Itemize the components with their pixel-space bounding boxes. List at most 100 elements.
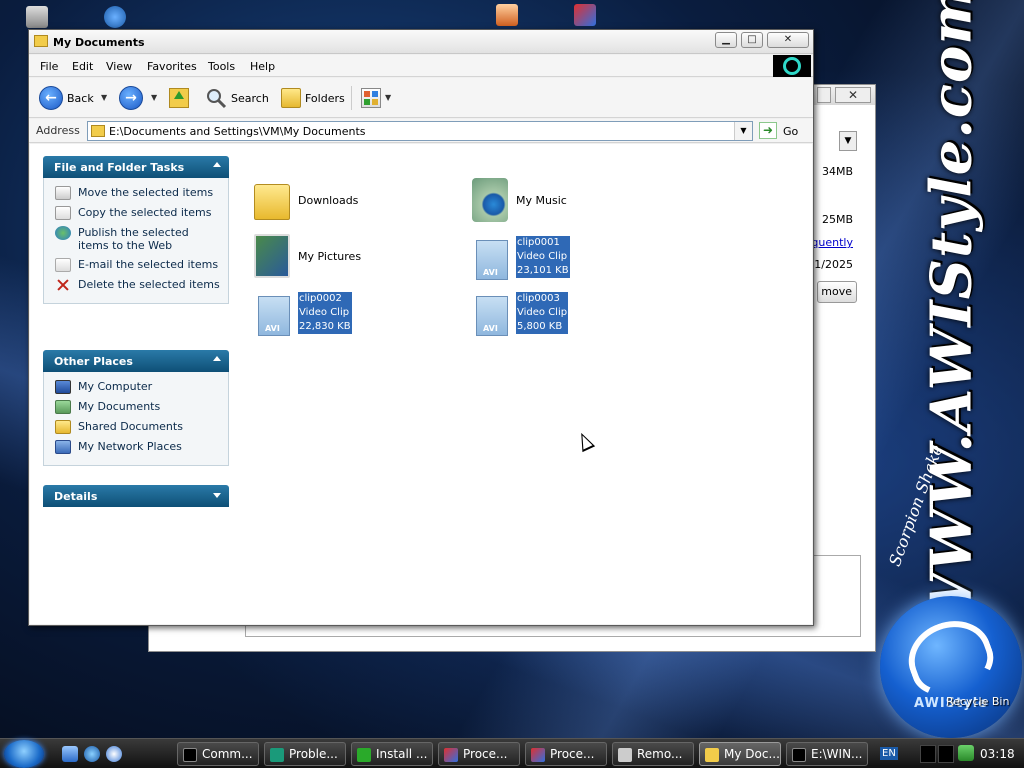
taskbar-button-process-1[interactable]: Proce... — [438, 742, 520, 766]
folders-button[interactable]: Folders — [305, 92, 345, 105]
file-kind: Video Clip — [517, 251, 568, 262]
back-button[interactable]: Back — [67, 92, 94, 105]
go-label[interactable]: Go — [783, 125, 798, 138]
taskbar-button-problem[interactable]: Proble... — [264, 742, 346, 766]
task-email-label[interactable]: E-mail the selected items — [78, 258, 218, 271]
taskbar-button-remove[interactable]: Remo... — [612, 742, 694, 766]
clock[interactable]: 03:18 — [980, 747, 1015, 761]
task-publish[interactable]: Publish the selected items to the Web — [44, 223, 228, 255]
place-shared-documents[interactable]: Shared Documents — [44, 417, 228, 437]
taskbar-button-my-documents[interactable]: My Doc... — [699, 742, 781, 766]
background-window-dropdown[interactable]: ▼ — [839, 131, 857, 151]
file-item-my-music[interactable]: My Music — [466, 176, 666, 226]
place-my-computer[interactable]: My Computer — [44, 377, 228, 397]
forward-arrow-icon[interactable]: → — [119, 86, 143, 110]
place-label[interactable]: My Documents — [78, 400, 160, 413]
desktop-icon-media[interactable] — [496, 4, 518, 26]
background-window-restore-button[interactable] — [817, 87, 831, 103]
file-name[interactable]: clip0002 — [299, 292, 351, 306]
folders-icon[interactable] — [281, 88, 301, 108]
toolbar-separator — [351, 86, 352, 110]
views-caret-icon[interactable]: ▼ — [385, 93, 391, 102]
menu-edit[interactable]: Edit — [72, 60, 93, 73]
task-move-label[interactable]: Move the selected items — [78, 186, 213, 199]
menu-tools[interactable]: Tools — [208, 60, 235, 73]
file-name[interactable]: Downloads — [298, 194, 358, 207]
file-item-clip0001[interactable]: clip0001 Video Clip 23,101 KB — [466, 236, 666, 286]
address-value[interactable]: E:\Documents and Settings\VM\My Document… — [109, 125, 366, 138]
taskbar-button-command[interactable]: Comm... — [177, 742, 259, 766]
background-window-close-button[interactable]: ✕ — [835, 87, 871, 103]
taskbar-button-process-2[interactable]: Proce... — [525, 742, 607, 766]
views-icon[interactable] — [361, 88, 381, 108]
maximize-button[interactable]: □ — [741, 32, 763, 48]
media-player-icon[interactable] — [106, 746, 122, 762]
collapse-icon[interactable] — [213, 162, 221, 167]
desktop-icon-browser[interactable] — [104, 6, 126, 28]
task-delete[interactable]: Delete the selected items — [44, 275, 228, 295]
go-arrow-icon[interactable]: ➜ — [759, 122, 777, 139]
menu-file[interactable]: File — [40, 60, 58, 73]
network-tray-icon[interactable] — [958, 745, 974, 761]
task-publish-label[interactable]: Publish the selected items to the Web — [78, 226, 220, 252]
file-folder-tasks-header[interactable]: File and Folder Tasks — [43, 156, 229, 178]
up-folder-icon[interactable] — [169, 88, 189, 108]
my-documents-icon — [55, 400, 71, 414]
tray-icon[interactable] — [920, 745, 936, 763]
back-arrow-icon[interactable]: ← — [39, 86, 63, 110]
file-selection-label[interactable]: clip0003 Video Clip 5,800 KB — [516, 292, 569, 334]
start-button[interactable] — [4, 740, 44, 768]
title-bar[interactable]: My Documents ▁ □ ✕ — [29, 30, 813, 54]
place-network[interactable]: My Network Places — [44, 437, 228, 457]
menu-favorites[interactable]: Favorites — [147, 60, 197, 73]
place-label[interactable]: My Computer — [78, 380, 152, 393]
place-label[interactable]: Shared Documents — [78, 420, 183, 433]
browser-icon[interactable] — [84, 746, 100, 762]
file-item-my-pictures[interactable]: My Pictures — [248, 232, 448, 282]
search-icon[interactable] — [205, 87, 227, 109]
collapse-icon[interactable] — [213, 356, 221, 361]
taskbar-button-cmd-windows[interactable]: E:\WIN... — [786, 742, 868, 766]
file-selection-label[interactable]: clip0002 Video Clip 22,830 KB — [298, 292, 352, 334]
go-button[interactable]: ➜ Go — [759, 121, 803, 141]
file-item-clip0003[interactable]: clip0003 Video Clip 5,800 KB — [466, 292, 666, 342]
file-name[interactable]: My Pictures — [298, 250, 361, 263]
file-name[interactable]: clip0003 — [517, 292, 567, 306]
file-selection-label[interactable]: clip0001 Video Clip 23,101 KB — [516, 236, 570, 278]
menu-view[interactable]: View — [106, 60, 132, 73]
task-delete-label[interactable]: Delete the selected items — [78, 278, 220, 291]
task-move[interactable]: Move the selected items — [44, 183, 228, 203]
file-item-downloads[interactable]: Downloads — [248, 176, 448, 226]
back-history-caret-icon[interactable]: ▼ — [101, 93, 107, 102]
minimize-button[interactable]: ▁ — [715, 32, 737, 48]
desktop-icon-app[interactable] — [574, 4, 596, 26]
task-copy[interactable]: Copy the selected items — [44, 203, 228, 223]
place-my-documents[interactable]: My Documents — [44, 397, 228, 417]
place-label[interactable]: My Network Places — [78, 440, 182, 453]
search-button[interactable]: Search — [231, 92, 269, 105]
file-name[interactable]: My Music — [516, 194, 567, 207]
address-dropdown-icon[interactable]: ▼ — [734, 122, 752, 140]
other-places-header[interactable]: Other Places — [43, 350, 229, 372]
tray-icon[interactable] — [938, 745, 954, 763]
taskbar-button-install[interactable]: Install ... — [351, 742, 433, 766]
expand-icon[interactable] — [213, 493, 221, 498]
background-link[interactable]: quently — [811, 236, 853, 249]
recycle-bin-label[interactable]: Recycle Bin — [946, 695, 1009, 708]
forward-history-caret-icon[interactable]: ▼ — [151, 93, 157, 102]
explorer-window[interactable]: My Documents ▁ □ ✕ File Edit View Favori… — [28, 29, 814, 626]
task-copy-label[interactable]: Copy the selected items — [78, 206, 211, 219]
background-remove-button[interactable]: move — [817, 281, 857, 303]
language-indicator[interactable]: EN — [880, 747, 898, 760]
show-desktop-icon[interactable] — [62, 746, 78, 762]
close-button[interactable]: ✕ — [767, 32, 809, 48]
file-item-clip0002[interactable]: clip0002 Video Clip 22,830 KB — [248, 292, 448, 342]
task-email[interactable]: E-mail the selected items — [44, 255, 228, 275]
menu-help[interactable]: Help — [250, 60, 275, 73]
remove-icon — [618, 748, 632, 762]
desktop-icon-top-left[interactable] — [26, 6, 48, 28]
file-size: 5,800 KB — [517, 321, 563, 332]
details-header[interactable]: Details — [43, 485, 229, 507]
address-input[interactable]: E:\Documents and Settings\VM\My Document… — [87, 121, 753, 141]
file-name[interactable]: clip0001 — [517, 236, 569, 250]
